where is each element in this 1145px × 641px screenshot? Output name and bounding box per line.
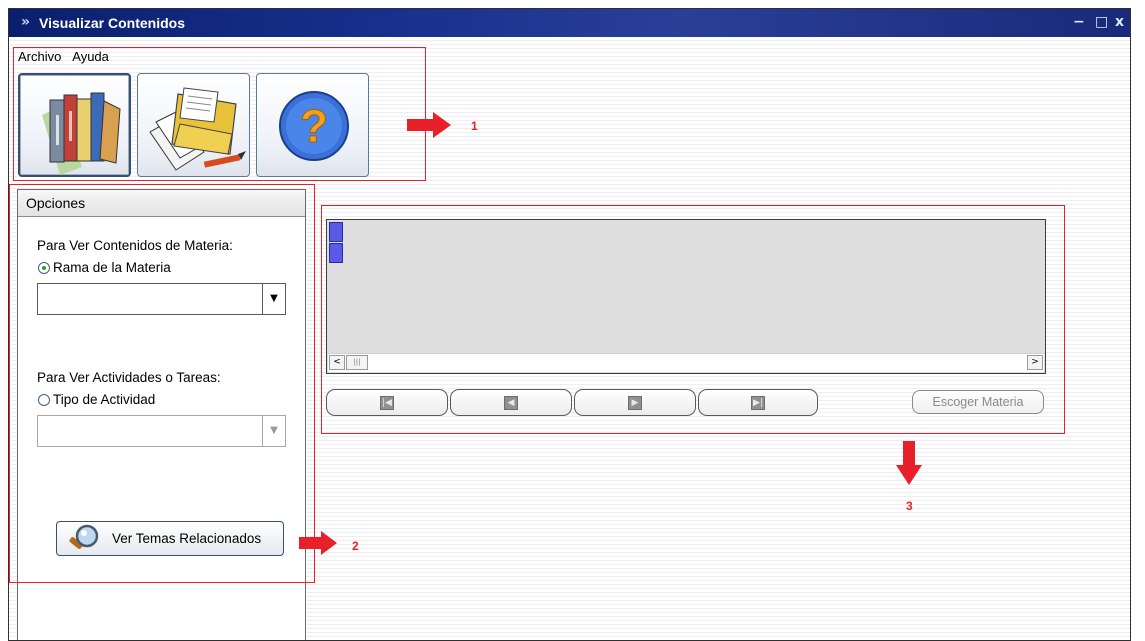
arrow-down-icon [896, 441, 922, 485]
maximize-button[interactable]: □ [1095, 14, 1108, 30]
annotation-number-3: 3 [906, 499, 913, 513]
minimize-button[interactable]: − [1073, 14, 1085, 30]
main-window: » Visualizar Contenidos − □ x Archivo Ay… [8, 8, 1131, 641]
window-title: Visualizar Contenidos [39, 15, 185, 31]
title-bar: » Visualizar Contenidos − □ x [9, 9, 1130, 37]
annotation-box-toolbar [13, 47, 426, 181]
annotation-box-grid [321, 205, 1065, 434]
arrow-right-icon [407, 112, 451, 138]
annotation-box-options [9, 184, 315, 583]
arrow-right-icon [299, 531, 337, 555]
close-button[interactable]: x [1115, 14, 1124, 30]
annotation-number-1: 1 [471, 119, 478, 133]
annotation-number-2: 2 [352, 539, 359, 553]
app-icon[interactable]: » [21, 14, 30, 30]
